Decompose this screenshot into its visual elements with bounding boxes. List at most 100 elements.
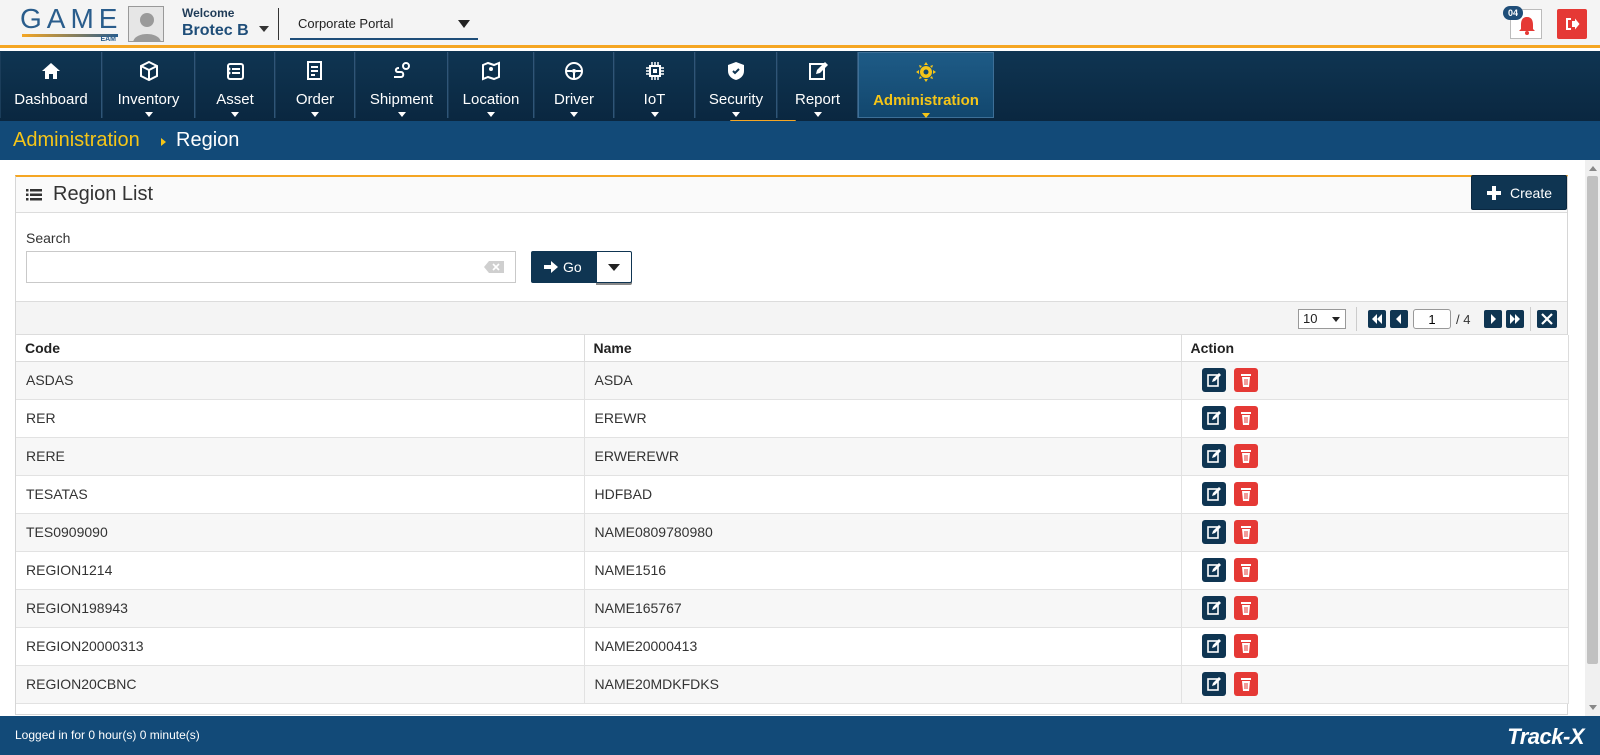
column-header-code[interactable]: Code: [16, 335, 585, 362]
steering-wheel-icon: [565, 62, 583, 80]
brand-logo: Track-X: [1507, 724, 1584, 749]
scroll-down-icon[interactable]: [1589, 705, 1597, 710]
trash-icon: [1240, 374, 1251, 387]
cell-action: [1181, 437, 1569, 476]
first-page-button[interactable]: [1368, 310, 1386, 328]
trash-icon: [1240, 412, 1251, 425]
top-header: GAME EAM Welcome Brotec B Corporate Port…: [0, 0, 1600, 48]
delete-button[interactable]: [1233, 406, 1258, 430]
export-excel-button[interactable]: [1537, 310, 1557, 328]
delete-button[interactable]: [1233, 596, 1258, 620]
portal-select[interactable]: Corporate Portal: [290, 8, 478, 40]
edit-button[interactable]: [1201, 672, 1226, 696]
edit-button[interactable]: [1201, 596, 1226, 620]
vertical-scrollbar[interactable]: [1585, 160, 1600, 716]
edit-report-icon: [808, 62, 828, 80]
prev-page-button[interactable]: [1390, 310, 1408, 328]
logout-button[interactable]: [1557, 9, 1587, 39]
clear-input-icon[interactable]: [483, 260, 505, 274]
nav-label: Order: [295, 91, 335, 108]
chevron-down-icon: [144, 112, 153, 117]
map-icon: [482, 61, 500, 81]
cell-name: EREWR: [584, 399, 1182, 438]
delete-button[interactable]: [1233, 634, 1258, 658]
nav-label: Dashboard: [14, 91, 88, 108]
delete-button[interactable]: [1233, 520, 1258, 544]
column-header-name[interactable]: Name: [584, 335, 1182, 362]
scroll-up-icon[interactable]: [1589, 166, 1597, 171]
nav-item-order[interactable]: Order: [275, 52, 355, 118]
trash-icon: [1240, 640, 1251, 653]
next-page-button[interactable]: [1484, 310, 1502, 328]
edit-button[interactable]: [1201, 368, 1226, 392]
nav-item-inventory[interactable]: Inventory: [102, 52, 195, 118]
delete-button[interactable]: [1233, 482, 1258, 506]
column-header-action: Action: [1181, 335, 1569, 362]
page-number-input[interactable]: [1413, 309, 1451, 329]
page-title: Region: [176, 129, 240, 151]
notifications-button[interactable]: 04: [1503, 6, 1542, 39]
edit-button[interactable]: [1201, 482, 1226, 506]
edit-icon: [1206, 487, 1221, 501]
table-row[interactable]: REGION20000313 NAME20000413: [16, 627, 1569, 666]
delete-button[interactable]: [1233, 672, 1258, 696]
nav-item-report[interactable]: Report: [777, 52, 858, 118]
game-logo[interactable]: GAME EAM: [20, 5, 120, 43]
user-name[interactable]: Brotec B: [182, 22, 249, 40]
nav-item-security[interactable]: Security: [695, 52, 777, 118]
notification-count-badge: 04: [1503, 6, 1523, 20]
logo-subtext: EAM: [100, 36, 116, 43]
trash-icon: [1240, 526, 1251, 539]
nav-item-administration[interactable]: Administration: [858, 52, 994, 118]
box-icon: [139, 60, 158, 82]
nav-item-iot[interactable]: IoT: [614, 52, 695, 118]
edit-icon: [1206, 373, 1221, 387]
delete-button[interactable]: [1233, 558, 1258, 582]
create-button[interactable]: Create: [1471, 175, 1567, 210]
table-row[interactable]: REGION1214 NAME1516: [16, 551, 1569, 590]
cell-code: REGION1214: [16, 551, 585, 590]
edit-button[interactable]: [1201, 634, 1226, 658]
avatar[interactable]: [128, 6, 164, 42]
last-page-button[interactable]: [1506, 310, 1524, 328]
scrollbar-thumb[interactable]: [1587, 176, 1598, 664]
user-menu-caret-icon[interactable]: [259, 26, 269, 32]
table-row[interactable]: RERE ERWEREWR: [16, 437, 1569, 476]
table-row[interactable]: ASDAS ASDA: [16, 361, 1569, 400]
search-input[interactable]: [26, 251, 516, 283]
table-row[interactable]: TESATAS HDFBAD: [16, 475, 1569, 514]
delete-button[interactable]: [1233, 368, 1258, 392]
edit-button[interactable]: [1201, 444, 1226, 468]
table-row[interactable]: REGION198943 NAME165767: [16, 589, 1569, 628]
pager-toolbar: 10 / 4: [16, 302, 1567, 335]
search-options-dropdown[interactable]: [596, 251, 632, 283]
breadcrumb: Administration Region: [0, 121, 1600, 160]
panel-header: Region List Create: [16, 175, 1567, 213]
portal-selected-value: Corporate Portal: [298, 16, 394, 31]
nav-item-shipment[interactable]: Shipment: [355, 52, 448, 118]
table-row[interactable]: RER EREWR: [16, 399, 1569, 438]
nav-label: Shipment: [369, 91, 434, 108]
footer: Logged in for 0 hour(s) 0 minute(s) Trac…: [0, 716, 1600, 755]
table-row[interactable]: TES0909090 NAME0809780980: [16, 513, 1569, 552]
nav-item-asset[interactable]: Asset: [195, 52, 275, 118]
gear-icon: [916, 62, 936, 82]
delete-button[interactable]: [1233, 444, 1258, 468]
chip-icon: [645, 62, 664, 80]
nav-item-location[interactable]: Location: [448, 52, 534, 118]
edit-button[interactable]: [1201, 558, 1226, 582]
chevron-down-icon: [732, 112, 740, 117]
edit-button[interactable]: [1201, 520, 1226, 544]
page-size-select[interactable]: 10: [1298, 309, 1346, 329]
divider: [1530, 307, 1531, 331]
nav-item-dashboard[interactable]: Dashboard: [0, 52, 102, 118]
cell-name: NAME0809780980: [584, 513, 1182, 552]
breadcrumb-parent-link[interactable]: Administration: [13, 129, 140, 152]
table-row[interactable]: REGION20CBNC NAME20MDKFDKS: [16, 665, 1569, 704]
plus-icon: [1487, 186, 1501, 200]
nav-item-driver[interactable]: Driver: [534, 52, 614, 118]
cell-code: TES0909090: [16, 513, 585, 552]
edit-button[interactable]: [1201, 406, 1226, 430]
go-button[interactable]: Go: [531, 251, 597, 283]
table-body: ASDAS ASDA RER EREWR RERE ERWEREWR TESATAS HDFB…: [16, 361, 1569, 704]
